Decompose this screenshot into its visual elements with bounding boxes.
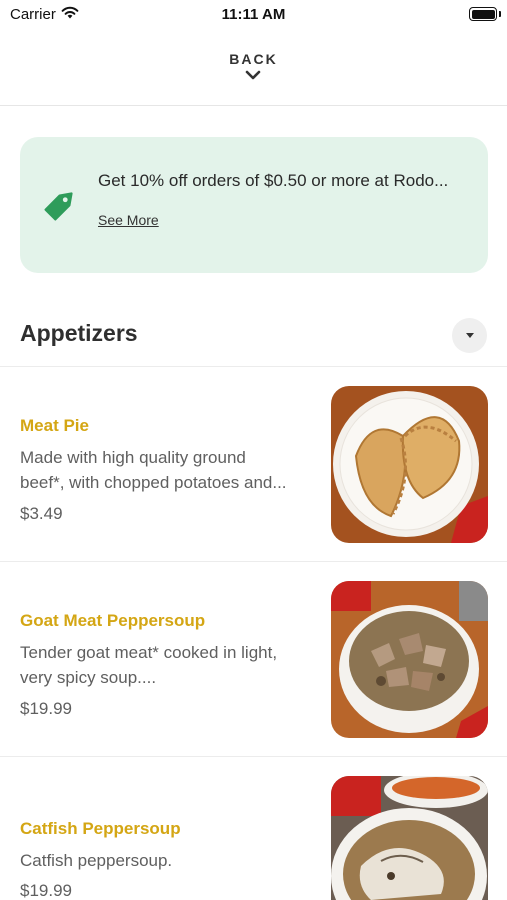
menu-item-goat-meat-peppersoup[interactable]: Goat Meat Peppersoup Tender goat meat* c… [0, 562, 507, 757]
clock: 11:11 AM [221, 6, 286, 23]
chevron-down-icon [245, 67, 261, 85]
caret-down-icon [465, 333, 474, 338]
item-description: Made with high quality ground beef*, wit… [20, 445, 312, 495]
item-description: Tender goat meat* cooked in light, very … [20, 640, 312, 690]
back-button[interactable]: BACK [229, 44, 277, 85]
item-price: $19.99 [20, 699, 72, 718]
menu-item-meat-pie[interactable]: Meat Pie Made with high quality ground b… [0, 367, 507, 562]
item-description-line: beef*, with chopped potatoes and... [20, 473, 287, 492]
item-description-line: very spicy soup.... [20, 668, 157, 687]
price-tag-icon [40, 183, 82, 230]
catfish-peppersoup-image [331, 776, 488, 900]
back-label: BACK [229, 51, 278, 67]
item-price: $19.99 [20, 881, 72, 900]
battery-icon [469, 7, 497, 21]
item-name: Catfish Peppersoup [20, 819, 181, 838]
back-header: BACK [0, 44, 507, 106]
section-title: Appetizers [20, 320, 138, 346]
battery-tip [499, 11, 501, 17]
see-more-link[interactable]: See More [98, 212, 159, 228]
meat-pie-image [331, 386, 488, 543]
item-description-line: Tender goat meat* cooked in light, [20, 643, 278, 662]
status-bar: Carrier 11:11 AM [0, 0, 507, 30]
item-description: Catfish peppersoup. [20, 848, 312, 873]
item-description-line: Made with high quality ground [20, 448, 246, 467]
goat-meat-peppersoup-image [331, 581, 488, 738]
menu-item-catfish-peppersoup[interactable]: Catfish Peppersoup Catfish peppersoup. $… [0, 757, 507, 900]
promo-text: Get 10% off orders of $0.50 or more at R… [98, 171, 449, 190]
item-description-line: Catfish peppersoup. [20, 851, 173, 870]
item-name: Meat Pie [20, 416, 89, 435]
section-collapse-button[interactable] [452, 318, 487, 353]
item-price: $3.49 [20, 504, 63, 523]
promo-banner[interactable]: Get 10% off orders of $0.50 or more at R… [20, 137, 488, 273]
item-name: Goat Meat Peppersoup [20, 611, 206, 630]
